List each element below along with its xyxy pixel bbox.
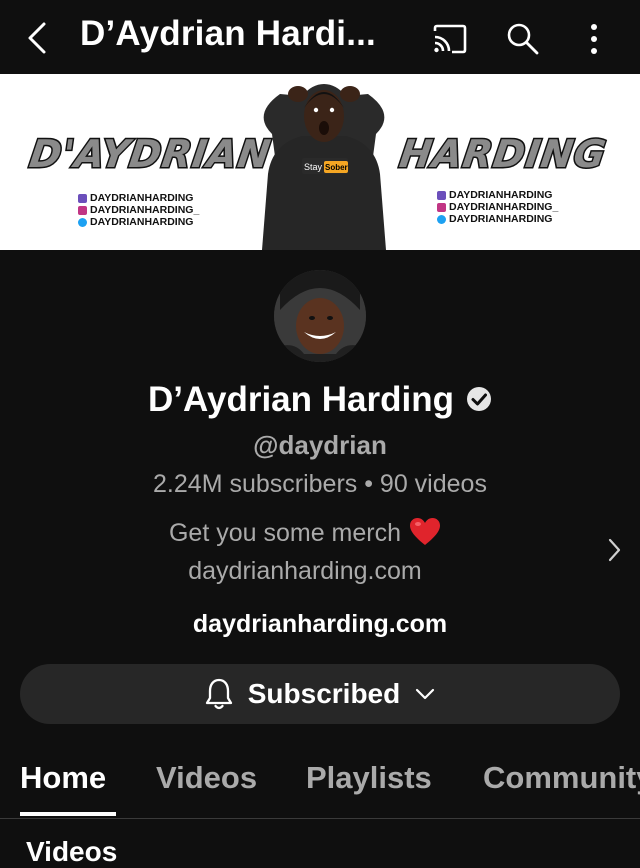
channel-description[interactable]: Get you some merch daydrianharding.com bbox=[100, 514, 510, 590]
expand-description-button[interactable] bbox=[604, 536, 624, 564]
back-button[interactable] bbox=[22, 20, 56, 56]
channel-banner: D'AYDRIAN HARDING Stay Sober DAYDRIANHAR… bbox=[0, 74, 640, 250]
channel-stats: 2.24M subscribers • 90 videos bbox=[153, 470, 487, 498]
channel-name: D’Aydrian Harding bbox=[0, 380, 640, 420]
twitter-icon bbox=[78, 217, 87, 227]
avatar-image bbox=[274, 270, 366, 362]
back-chevron-icon bbox=[28, 22, 46, 54]
instagram-icon bbox=[78, 205, 87, 215]
channel-link[interactable]: daydrianharding.com bbox=[0, 610, 640, 639]
more-options-button[interactable] bbox=[584, 22, 604, 56]
chevron-right-icon bbox=[608, 538, 621, 562]
search-icon bbox=[507, 23, 539, 55]
videos-section-title: Videos bbox=[26, 836, 118, 867]
top-app-bar: D’Aydrian Hardi... bbox=[0, 0, 640, 74]
description-line-2: daydrianharding.com bbox=[188, 557, 422, 585]
tab-playlists[interactable]: Playlists bbox=[306, 760, 432, 796]
more-vert-icon bbox=[591, 24, 597, 54]
twitter-icon bbox=[437, 214, 446, 224]
banner-handles-left: DAYDRIANHARDING DAYDRIANHARDING_ DAYDRIA… bbox=[78, 192, 199, 228]
subscribed-button[interactable]: Subscribed bbox=[20, 664, 620, 724]
subscribed-label: Subscribed bbox=[247, 678, 401, 709]
tab-community[interactable]: Community bbox=[483, 760, 640, 796]
description-line-1: Get you some merch bbox=[100, 514, 510, 552]
chevron-down-icon bbox=[416, 688, 435, 700]
search-button[interactable] bbox=[506, 22, 540, 56]
shirt-text-stay: Stay bbox=[304, 162, 323, 172]
banner-handles-right: DAYDRIANHARDING DAYDRIANHARDING_ DAYDRIA… bbox=[437, 189, 558, 225]
shirt-text-sober: Sober bbox=[325, 163, 348, 172]
banner-right-name: HARDING bbox=[395, 131, 610, 178]
active-tab-indicator bbox=[20, 812, 116, 816]
cast-icon bbox=[433, 24, 467, 54]
tab-videos[interactable]: Videos bbox=[156, 760, 257, 796]
channel-tabs: Home Videos Playlists Community bbox=[0, 748, 640, 819]
verified-badge-icon bbox=[466, 386, 491, 411]
channel-handle: @daydrian bbox=[253, 430, 387, 460]
snapchat-icon bbox=[437, 190, 446, 200]
banner-person-image: Stay Sober bbox=[262, 84, 386, 250]
bell-icon bbox=[205, 678, 232, 710]
cast-button[interactable] bbox=[432, 23, 468, 55]
snapchat-icon bbox=[78, 193, 87, 203]
instagram-icon bbox=[437, 202, 446, 212]
channel-avatar[interactable] bbox=[274, 270, 366, 362]
red-heart-icon bbox=[410, 518, 441, 546]
tab-home[interactable]: Home bbox=[20, 760, 106, 796]
page-title: D’Aydrian Hardi... bbox=[80, 14, 376, 53]
